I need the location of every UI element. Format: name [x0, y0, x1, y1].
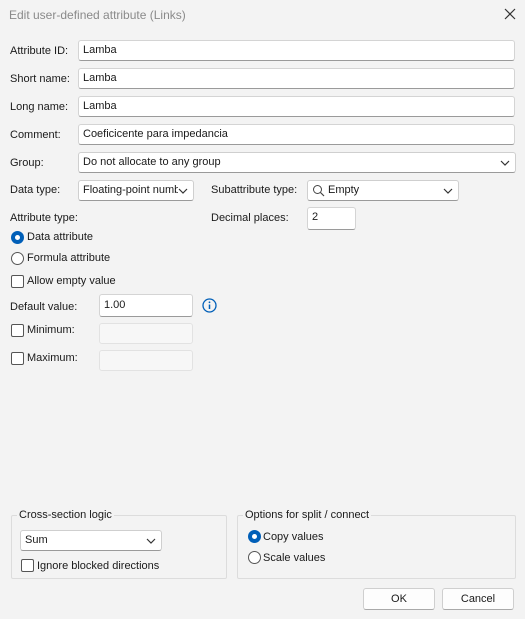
allow-empty-checkbox[interactable]: [11, 275, 24, 288]
chevron-down-icon: [178, 188, 188, 194]
cross-section-select[interactable]: Sum: [20, 530, 162, 551]
subattribute-type-select[interactable]: Empty: [307, 180, 459, 201]
ignore-blocked-checkbox[interactable]: [21, 559, 34, 572]
search-icon: [313, 185, 325, 197]
attribute-type-label: Attribute type:: [10, 212, 78, 224]
formula-attribute-label: Formula attribute: [27, 252, 111, 264]
chevron-down-icon: [443, 188, 453, 194]
info-icon[interactable]: [202, 298, 217, 313]
formula-attribute-radio[interactable]: [11, 252, 24, 265]
decimal-places-label: Decimal places:: [211, 212, 289, 224]
copy-values-label: Copy values: [263, 531, 324, 543]
cross-section-title: Cross-section logic: [17, 509, 114, 521]
short-name-label: Short name:: [10, 73, 70, 85]
minimum-input[interactable]: [99, 323, 193, 344]
subattribute-type-label: Subattribute type:: [211, 184, 298, 196]
decimal-places-input[interactable]: 2: [307, 207, 356, 230]
chevron-down-icon: [500, 160, 510, 166]
long-name-input[interactable]: Lamba: [78, 96, 515, 117]
short-name-input[interactable]: Lamba: [78, 68, 515, 89]
minimum-label: Minimum:: [27, 324, 75, 336]
scale-values-label: Scale values: [263, 552, 326, 564]
copy-values-radio[interactable]: [248, 530, 261, 543]
ignore-blocked-label: Ignore blocked directions: [37, 560, 160, 572]
default-value-input[interactable]: 1.00: [99, 294, 193, 317]
attribute-id-label: Attribute ID:: [10, 45, 69, 57]
default-value-label: Default value:: [10, 301, 78, 313]
subattribute-type-value: Empty: [328, 184, 360, 196]
attribute-id-input[interactable]: Lamba: [78, 40, 515, 61]
maximum-input[interactable]: [99, 350, 193, 371]
data-type-label: Data type:: [10, 184, 61, 196]
group-label: Group:: [10, 157, 44, 169]
group-select-value: Do not allocate to any group: [83, 156, 221, 168]
data-type-select[interactable]: Floating-point numb: [78, 180, 194, 201]
close-icon[interactable]: [502, 6, 518, 22]
maximum-checkbox[interactable]: [11, 352, 24, 365]
ok-button[interactable]: OK: [363, 588, 435, 610]
data-attribute-radio[interactable]: [11, 231, 24, 244]
minimum-checkbox[interactable]: [11, 324, 24, 337]
window-title: Edit user-defined attribute (Links): [9, 8, 186, 22]
split-connect-group: [237, 515, 516, 579]
cross-section-select-value: Sum: [25, 534, 48, 546]
scale-values-radio[interactable]: [248, 551, 261, 564]
cancel-button[interactable]: Cancel: [442, 588, 514, 610]
chevron-down-icon: [146, 538, 156, 544]
title-bar: Edit user-defined attribute (Links): [0, 0, 525, 30]
long-name-label: Long name:: [10, 101, 69, 113]
group-select[interactable]: Do not allocate to any group: [78, 152, 516, 173]
maximum-label: Maximum:: [27, 352, 78, 364]
data-attribute-label: Data attribute: [27, 231, 94, 243]
data-type-select-value: Floating-point numb: [83, 184, 178, 196]
allow-empty-label: Allow empty value: [27, 275, 116, 287]
split-connect-title: Options for split / connect: [243, 509, 372, 521]
comment-input[interactable]: Coeficicente para impedancia: [78, 124, 515, 145]
comment-label: Comment:: [10, 129, 61, 141]
